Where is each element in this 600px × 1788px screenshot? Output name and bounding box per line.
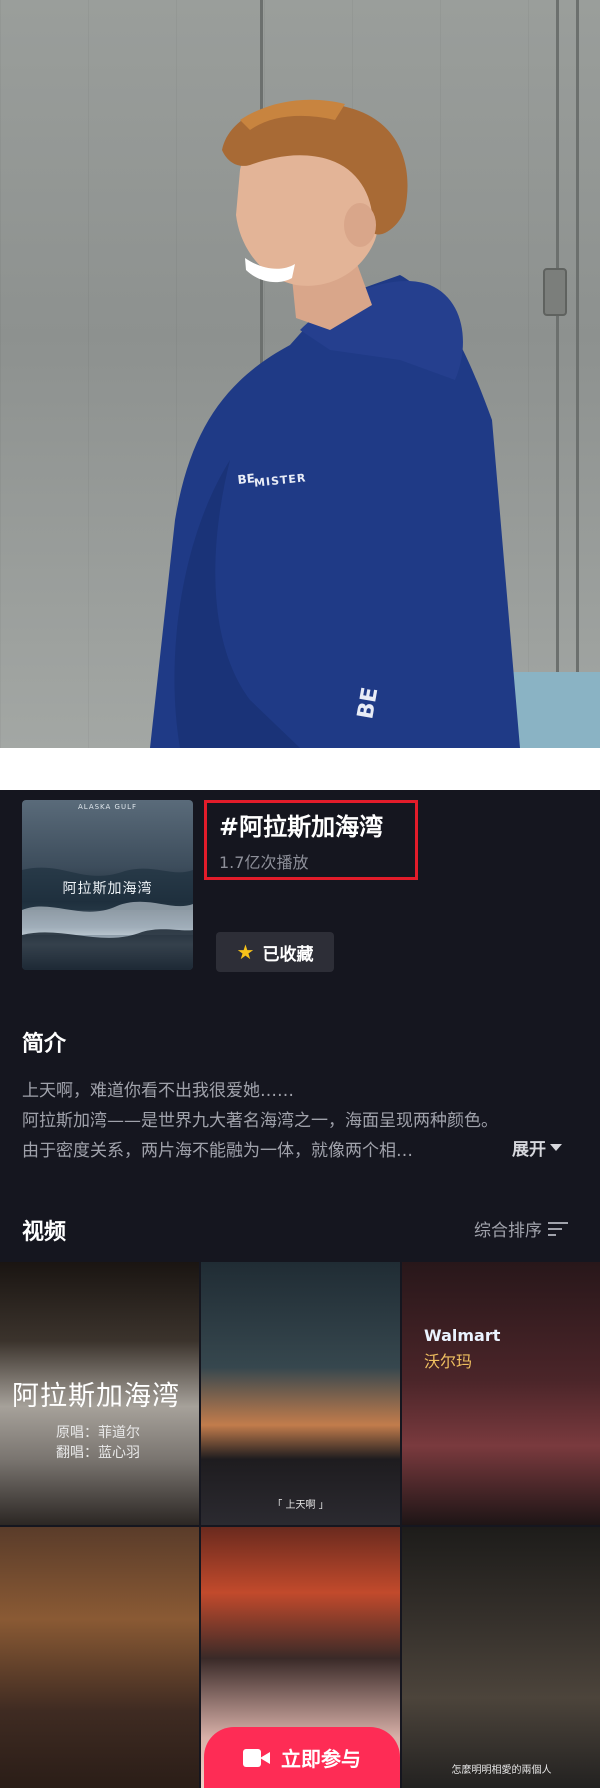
video-sign-cn: 沃尔玛	[424, 1352, 473, 1371]
intro-heading: 简介	[22, 1032, 67, 1057]
play-count: 1.7亿次播放	[219, 853, 309, 872]
intro-line: 由于密度关系，两片海不能融为一体，就像两个相…	[22, 1141, 413, 1161]
intro-line: 上天啊，难道你看不出我很爱她……	[22, 1081, 294, 1101]
expand-label: 展开	[512, 1140, 546, 1160]
cover-photo: BE BE MISTER	[0, 0, 600, 748]
sort-label: 综合排序	[474, 1221, 542, 1241]
video-thumbnail[interactable]: 阿拉斯加海湾 原唱：菲道尔 翻唱：蓝心羽	[0, 1262, 199, 1525]
video-thumbnail[interactable]: 怎麼明明相愛的兩個人	[402, 1527, 600, 1788]
video-sign: Walmart	[424, 1326, 501, 1345]
star-icon: ★	[236, 940, 255, 964]
video-thumbnail[interactable]: Walmart 沃尔玛	[402, 1262, 600, 1525]
favorite-button[interactable]: ★ 已收藏	[216, 932, 334, 972]
expand-button[interactable]: 展开	[512, 1135, 562, 1160]
video-overlay-title: 阿拉斯加海湾	[12, 1381, 180, 1412]
intro-line: 阿拉斯加湾——是世界九大著名海湾之一，海面呈现两种颜色。	[22, 1111, 498, 1131]
topic-title: #阿拉斯加海湾	[219, 813, 384, 841]
video-overlay-sub: 翻唱：蓝心羽	[56, 1445, 140, 1461]
camera-icon	[243, 1748, 271, 1767]
topic-cover-image[interactable]: ALASKA GULF 阿拉斯加海湾	[22, 800, 193, 970]
videos-heading: 视频	[22, 1220, 67, 1245]
sort-button[interactable]: 综合排序	[474, 1216, 570, 1241]
video-overlay-sub: 原唱：菲道尔	[56, 1425, 140, 1441]
cover-title: 阿拉斯加海湾	[62, 881, 153, 897]
join-label: 立即参与	[281, 1747, 361, 1771]
favorite-label: 已收藏	[262, 944, 314, 965]
join-button[interactable]: 立即参与	[204, 1727, 400, 1788]
topic-panel: ALASKA GULF 阿拉斯加海湾 #阿拉斯加海湾 1.7亿次播放 ★ 已收藏…	[0, 790, 600, 1788]
topic-highlight-box: #阿拉斯加海湾 1.7亿次播放	[204, 800, 418, 880]
video-grid: 阿拉斯加海湾 原唱：菲道尔 翻唱：蓝心羽 「 上天啊 」 Walmart 沃尔玛…	[0, 1262, 600, 1788]
video-thumbnail[interactable]: 「 上天啊 」	[201, 1262, 400, 1525]
video-caption: 怎麼明明相愛的兩個人	[451, 1765, 552, 1776]
video-thumbnail[interactable]	[0, 1527, 199, 1788]
chevron-down-icon	[550, 1144, 562, 1151]
person-illustration: BE BE	[150, 99, 520, 748]
video-caption: 「 上天啊 」	[272, 1500, 329, 1511]
sort-icon	[548, 1220, 570, 1238]
